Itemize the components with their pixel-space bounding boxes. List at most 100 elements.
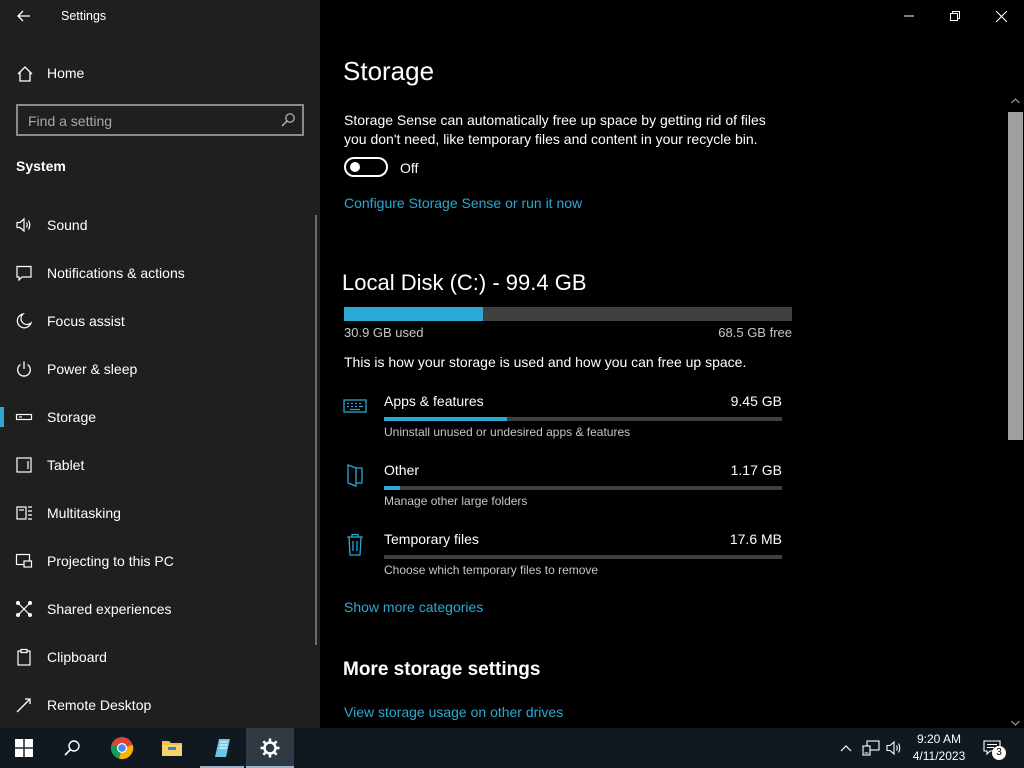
notification-icon [16, 265, 32, 282]
home-icon [17, 66, 33, 82]
network-icon [862, 740, 880, 756]
sidebar-item-shared-experiences[interactable]: Shared experiences [0, 589, 314, 629]
category-name: Temporary files [384, 531, 479, 547]
category-name: Apps & features [384, 393, 484, 409]
restore-icon [950, 11, 960, 21]
category-description: Manage other large folders [384, 494, 528, 508]
sidebar-item-tablet[interactable]: Tablet [0, 445, 314, 485]
main-scrollbar[interactable] [1007, 96, 1024, 728]
clock-time: 9:20 AM [916, 732, 962, 746]
taskbar-chrome-button[interactable] [98, 728, 146, 768]
category-name: Other [384, 462, 420, 478]
sidebar-item-label: Tablet [47, 457, 85, 473]
back-arrow-icon [17, 10, 30, 22]
category-description: Uninstall unused or undesired apps & fea… [384, 425, 631, 439]
scroll-down-arrow-icon[interactable] [1011, 720, 1020, 726]
view-other-drives-link[interactable]: View storage usage on other drives [344, 704, 563, 720]
restore-button[interactable] [932, 0, 978, 32]
sidebar-scrollbar[interactable] [315, 215, 317, 645]
category-usage-fill [384, 486, 400, 490]
taskbar-notepad-button[interactable] [198, 728, 246, 768]
sidebar-item-storage[interactable]: Storage [0, 397, 314, 437]
show-hidden-icons-button[interactable] [836, 738, 856, 758]
taskbar-search-button[interactable] [48, 728, 96, 768]
section-heading: System [16, 158, 66, 174]
sidebar-item-label: Storage [47, 409, 97, 425]
disk-usage-fill [344, 307, 484, 321]
sidebar-item-label: Shared experiences [47, 601, 172, 617]
remote-desktop-icon [16, 698, 31, 713]
category-other[interactable]: Other 1.17 GB Manage other large folders [340, 462, 784, 518]
clipboard-icon [17, 648, 31, 666]
projecting-icon [15, 553, 33, 568]
sidebar-item-power-sleep[interactable]: Power & sleep [0, 349, 314, 389]
search-icon [64, 740, 80, 756]
file-explorer-icon [162, 741, 182, 756]
taskbar: 9:20 AM 4/11/2023 [0, 728, 1024, 768]
category-size: 9.45 GB [730, 393, 782, 409]
sidebar-item-notifications[interactable]: Notifications & actions [0, 253, 314, 293]
drive-icon [15, 413, 33, 421]
taskbar-file-explorer-button[interactable] [148, 728, 196, 768]
sidebar-item-label: Clipboard [47, 649, 107, 665]
folder-icon [347, 464, 363, 487]
chrome-icon [110, 737, 134, 760]
taskbar-clock[interactable]: 9:20 AM 4/11/2023 [906, 731, 972, 765]
sidebar-item-multitasking[interactable]: Multitasking [0, 493, 314, 533]
show-more-categories-link[interactable]: Show more categories [344, 599, 483, 615]
category-size: 1.17 GB [730, 462, 782, 478]
search-box[interactable] [16, 104, 304, 136]
category-apps-features[interactable]: Apps & features 9.45 GB Uninstall unused… [340, 393, 784, 449]
storage-sense-description: Storage Sense can automatically free up … [344, 112, 766, 147]
tablet-icon [16, 457, 32, 473]
sidebar-item-label: Notifications & actions [47, 265, 185, 281]
sidebar-item-sound[interactable]: Sound [0, 205, 314, 245]
disk-title: Local Disk (C:) - 99.4 GB [342, 270, 587, 295]
multitasking-icon [16, 506, 32, 520]
category-usage-bar [384, 486, 782, 490]
scroll-up-arrow-icon[interactable] [1011, 98, 1020, 104]
shared-icon [16, 601, 32, 617]
volume-icon [886, 740, 901, 756]
keyboard-icon [343, 399, 367, 413]
storage-sense-toggle[interactable] [344, 157, 388, 177]
gear-icon [260, 738, 280, 758]
sidebar-item-label: Projecting to this PC [47, 553, 174, 569]
close-button[interactable] [978, 0, 1024, 32]
configure-storage-sense-link[interactable]: Configure Storage Sense or run it now [344, 195, 582, 211]
power-icon [17, 361, 31, 377]
sidebar-item-label: Multitasking [47, 505, 121, 521]
chevron-up-icon [840, 745, 852, 752]
sidebar-item-label: Focus assist [47, 313, 125, 329]
minimize-button[interactable] [886, 0, 932, 32]
back-button[interactable] [8, 2, 40, 30]
scrollbar-thumb[interactable] [1008, 112, 1023, 440]
sidebar-item-remote-desktop[interactable]: Remote Desktop [0, 685, 314, 725]
start-button[interactable] [0, 728, 48, 768]
clock-date: 4/11/2023 [912, 749, 966, 763]
notepad-icon [215, 739, 230, 757]
sidebar-item-focus-assist[interactable]: Focus assist [0, 301, 314, 341]
category-temporary-files[interactable]: Temporary files 17.6 MB Choose which tem… [340, 531, 784, 587]
sidebar-item-label: Power & sleep [47, 361, 138, 377]
search-input[interactable] [28, 112, 268, 130]
disk-free-label: 68.5 GB free [718, 325, 792, 340]
network-tray-button[interactable] [861, 738, 881, 758]
taskbar-settings-button[interactable] [246, 728, 294, 768]
category-usage-fill [384, 417, 508, 421]
sidebar-item-clipboard[interactable]: Clipboard [0, 637, 314, 677]
sidebar-item-home[interactable]: Home [0, 57, 318, 89]
sidebar-item-label: Remote Desktop [47, 697, 152, 713]
main-content: Storage Storage Sense can automatically … [320, 0, 1024, 728]
app-title: Settings [61, 9, 107, 23]
speaker-icon [16, 217, 31, 233]
more-storage-settings-heading: More storage settings [343, 659, 541, 680]
sidebar-item-label: Home [47, 65, 85, 81]
title-bar-left: Settings [0, 0, 320, 32]
toggle-state-label: Off [400, 160, 419, 176]
sidebar-item-projecting[interactable]: Projecting to this PC [0, 541, 314, 581]
category-size: 17.6 MB [729, 531, 782, 547]
search-icon[interactable] [280, 112, 296, 128]
volume-tray-button[interactable] [885, 738, 905, 758]
trash-icon [347, 533, 363, 556]
